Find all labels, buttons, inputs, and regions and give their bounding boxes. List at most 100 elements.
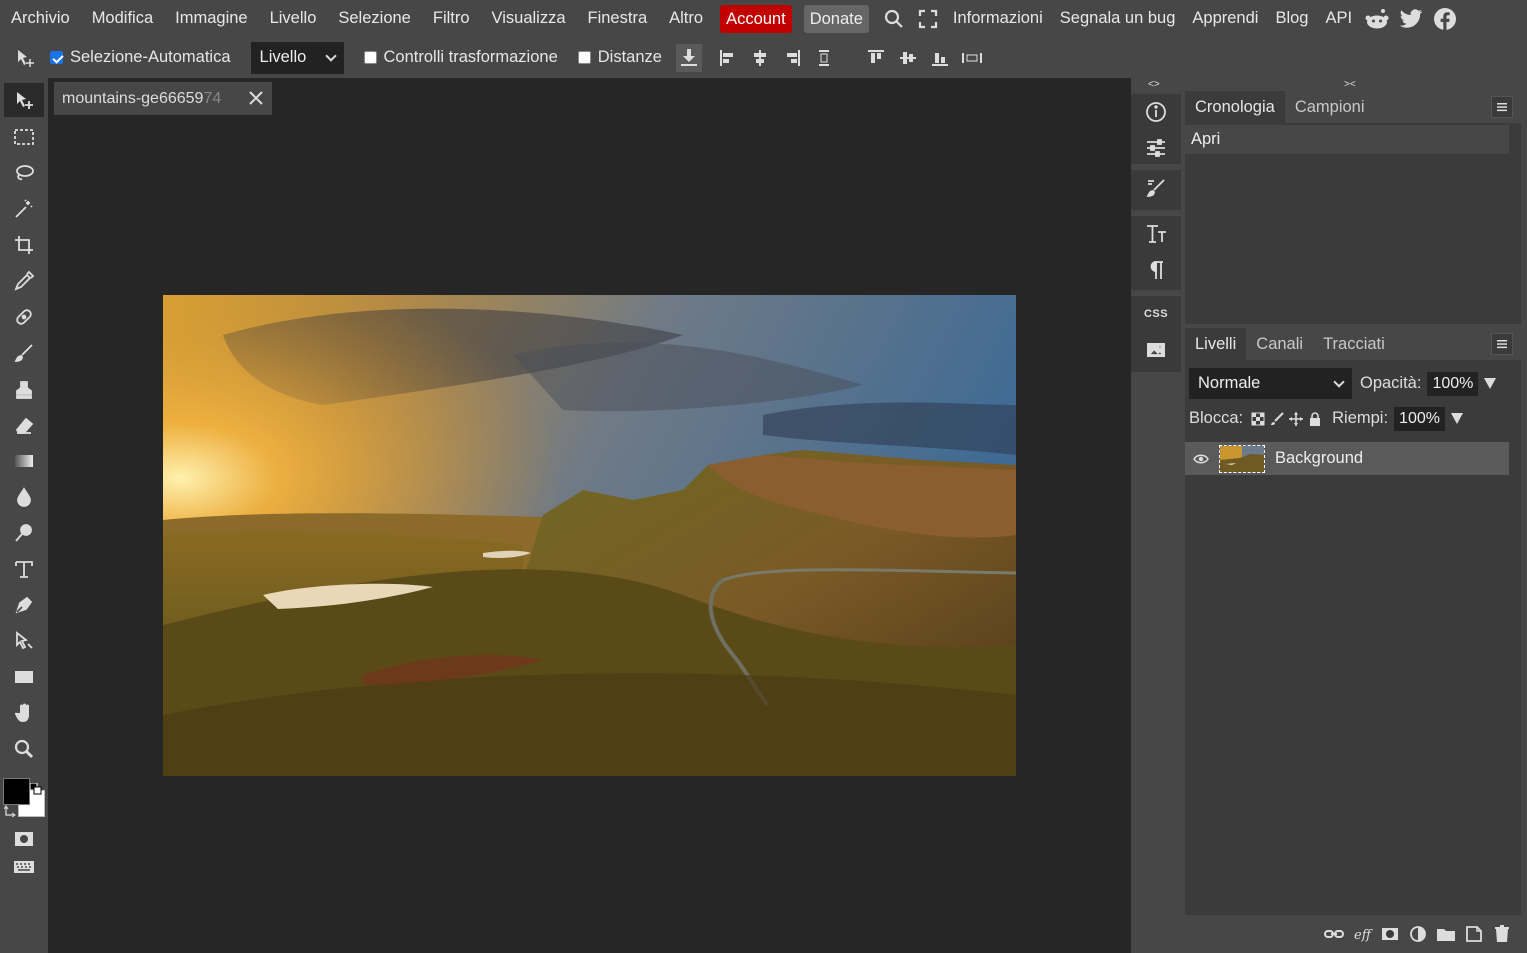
- donate-button[interactable]: Donate: [803, 4, 869, 33]
- search-icon[interactable]: [877, 0, 911, 37]
- adjustment-layer-icon[interactable]: [1407, 924, 1429, 944]
- align-bottom-icon[interactable]: [924, 42, 956, 74]
- menu-filtro[interactable]: Filtro: [422, 0, 481, 37]
- document-canvas-image[interactable]: [163, 295, 1016, 776]
- brush-tool-button[interactable]: [4, 336, 44, 370]
- align-left-icon[interactable]: [712, 42, 744, 74]
- menu-altro[interactable]: Altro: [658, 0, 714, 37]
- expand-arrows-icon[interactable]: ><: [1344, 79, 1356, 90]
- collapse-arrows-icon[interactable]: <>: [1148, 79, 1160, 90]
- link-informazioni[interactable]: Informazioni: [945, 0, 1051, 37]
- link-layers-icon[interactable]: [1323, 924, 1345, 944]
- distribute-horizontal-icon[interactable]: [808, 42, 840, 74]
- menu-modifica[interactable]: Modifica: [81, 0, 164, 37]
- align-right-icon[interactable]: [776, 42, 808, 74]
- link-blog[interactable]: Blog: [1266, 0, 1317, 37]
- menu-immagine[interactable]: Immagine: [164, 0, 258, 37]
- fullscreen-icon[interactable]: [911, 0, 945, 37]
- menu-archivio[interactable]: Archivio: [0, 0, 81, 37]
- lock-transparency-icon[interactable]: [1251, 412, 1265, 426]
- css-icon[interactable]: CSS: [1131, 296, 1181, 332]
- menu-selezione[interactable]: Selezione: [327, 0, 421, 37]
- eye-icon[interactable]: [1185, 453, 1217, 465]
- paragraph-icon[interactable]: [1131, 252, 1181, 288]
- blur-tool-button[interactable]: [4, 480, 44, 514]
- foreground-color-swatch[interactable]: [3, 778, 30, 805]
- pen-tool-button[interactable]: [4, 588, 44, 622]
- lasso-tool-button[interactable]: [4, 156, 44, 190]
- move-tool-button[interactable]: [4, 83, 44, 117]
- auto-select-check[interactable]: [50, 51, 63, 64]
- link-apprendi[interactable]: Apprendi: [1184, 0, 1266, 37]
- distances-checkbox[interactable]: Distanze: [577, 48, 662, 67]
- history-panel-menu-icon[interactable]: [1491, 96, 1513, 118]
- lock-position-icon[interactable]: [1289, 411, 1304, 426]
- menu-finestra[interactable]: Finestra: [577, 0, 659, 37]
- facebook-icon[interactable]: [1428, 0, 1462, 37]
- document-tab[interactable]: mountains-ge66659 74: [54, 82, 272, 115]
- menu-visualizza[interactable]: Visualizza: [481, 0, 577, 37]
- canvas-workspace[interactable]: mountains-ge66659 74: [48, 78, 1131, 953]
- layer-row[interactable]: Background: [1185, 442, 1509, 475]
- rectangle-tool-button[interactable]: [4, 660, 44, 694]
- delete-layer-icon[interactable]: [1491, 924, 1513, 944]
- lock-pixels-icon[interactable]: [1270, 411, 1284, 426]
- twitter-icon[interactable]: [1394, 0, 1428, 37]
- image-icon[interactable]: [1131, 332, 1181, 368]
- menu-livello[interactable]: Livello: [259, 0, 328, 37]
- eraser-tool-button[interactable]: [4, 408, 44, 442]
- hand-tool-button[interactable]: [4, 696, 44, 730]
- download-icon[interactable]: [675, 43, 702, 72]
- transform-controls-check[interactable]: [363, 51, 377, 64]
- layer-effects-icon[interactable]: eff: [1351, 924, 1373, 944]
- tab-campioni[interactable]: Campioni: [1285, 91, 1375, 123]
- distances-check[interactable]: [577, 51, 591, 64]
- zoom-tool-button[interactable]: [4, 732, 44, 766]
- close-icon[interactable]: [248, 90, 264, 106]
- new-layer-icon[interactable]: [1463, 924, 1485, 944]
- default-colors-icon[interactable]: [29, 782, 42, 795]
- align-hcenter-icon[interactable]: [744, 42, 776, 74]
- align-vcenter-icon[interactable]: [892, 42, 924, 74]
- clone-stamp-tool-button[interactable]: [4, 372, 44, 406]
- new-group-icon[interactable]: [1435, 924, 1457, 944]
- link-segnala-bug[interactable]: Segnala un bug: [1051, 0, 1185, 37]
- eyedropper-tool-button[interactable]: [4, 264, 44, 298]
- lock-all-icon[interactable]: [1308, 411, 1322, 426]
- magic-wand-tool-button[interactable]: [4, 192, 44, 226]
- info-icon[interactable]: [1131, 94, 1181, 130]
- tab-cronologia[interactable]: Cronologia: [1185, 91, 1285, 123]
- brush-settings-icon[interactable]: [1131, 170, 1181, 206]
- crop-tool-button[interactable]: [4, 228, 44, 262]
- align-top-icon[interactable]: [860, 42, 892, 74]
- tab-tracciati[interactable]: Tracciati: [1313, 328, 1395, 360]
- transform-controls-checkbox[interactable]: Controlli trasformazione: [363, 48, 558, 67]
- adjustments-icon[interactable]: [1131, 130, 1181, 166]
- keyboard-icon[interactable]: [4, 850, 44, 884]
- history-entry[interactable]: Apri: [1185, 125, 1509, 154]
- tab-livelli[interactable]: Livelli: [1185, 328, 1247, 360]
- type-tool-button[interactable]: [4, 552, 44, 586]
- add-mask-icon[interactable]: [1379, 924, 1401, 944]
- path-selection-tool-button[interactable]: [4, 624, 44, 658]
- swap-colors-icon[interactable]: [3, 804, 17, 818]
- character-icon[interactable]: [1131, 216, 1181, 252]
- blend-mode-value: Normale: [1198, 374, 1261, 392]
- tab-canali[interactable]: Canali: [1246, 328, 1313, 360]
- link-api[interactable]: API: [1317, 0, 1360, 37]
- gradient-tool-button[interactable]: [4, 444, 44, 478]
- reddit-icon[interactable]: [1360, 0, 1394, 37]
- blend-mode-select[interactable]: Normale: [1189, 368, 1352, 399]
- distribute-vertical-icon[interactable]: [956, 42, 988, 74]
- layers-panel-menu-icon[interactable]: [1491, 333, 1513, 355]
- auto-select-checkbox[interactable]: Selezione-Automatica: [50, 48, 231, 67]
- dodge-tool-button[interactable]: [4, 516, 44, 550]
- fill-dropdown-icon[interactable]: [1450, 413, 1463, 424]
- fill-input[interactable]: 100%: [1394, 406, 1445, 431]
- account-button[interactable]: Account: [720, 4, 792, 33]
- opacity-input[interactable]: 100%: [1427, 371, 1479, 396]
- auto-select-target-select[interactable]: Livello: [250, 41, 344, 74]
- opacity-dropdown-icon[interactable]: [1484, 378, 1497, 389]
- healing-brush-tool-button[interactable]: [4, 300, 44, 334]
- marquee-tool-button[interactable]: [4, 120, 44, 154]
